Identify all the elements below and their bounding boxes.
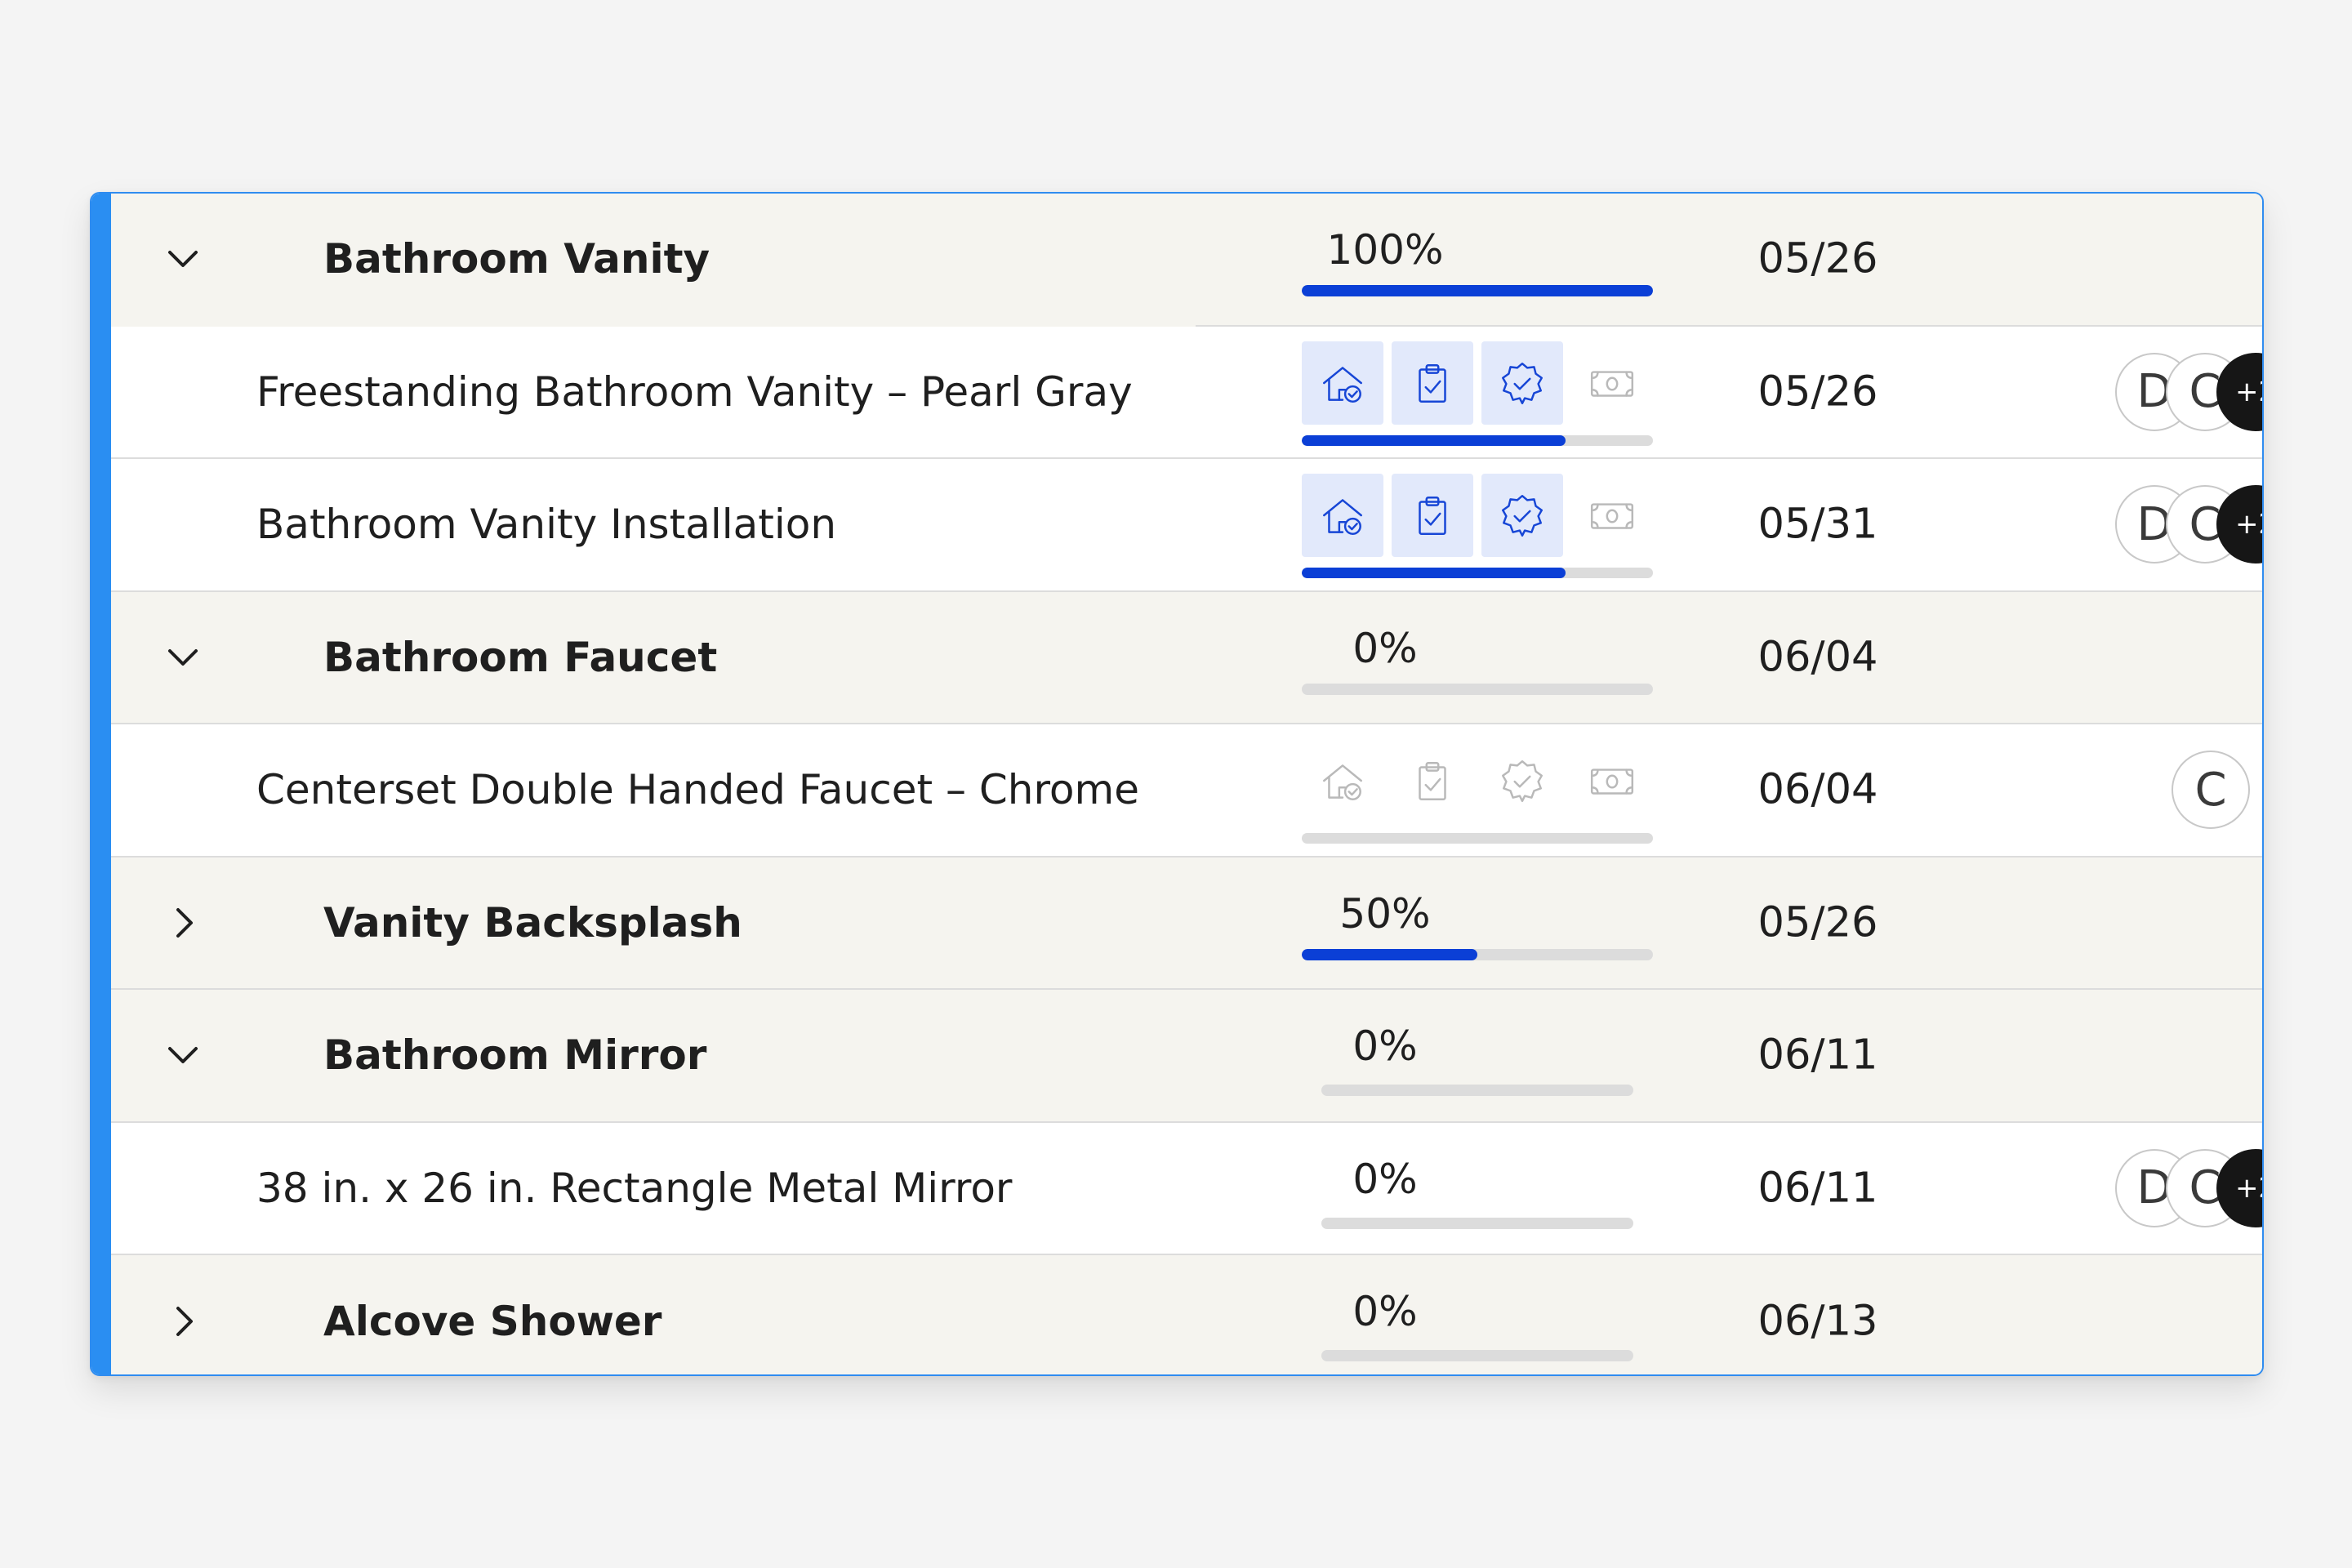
status-steps [1302,739,1661,824]
due-date: 05/26 [1757,898,1878,947]
progress-percent: 100% [1326,226,1444,274]
project-items-card: Bathroom Vanity 100% 05/26 Freestanding Bat… [90,192,2264,1376]
money-bill-icon [1587,358,1637,408]
clipboard-check-icon [1407,358,1458,408]
item-title: 38 in. x 26 in. Rectangle Metal Mirror [256,1164,1013,1212]
status-steps [1302,341,1661,426]
chevron-right-icon[interactable] [158,1297,207,1346]
status-step[interactable] [1571,474,1653,557]
progress-fill [1302,568,1566,578]
items-list: Bathroom Vanity 100% 05/26 Freestanding Bat… [111,194,2262,1374]
badge-check-icon [1497,358,1548,408]
clipboard-check-icon [1407,755,1458,806]
due-date: 05/26 [1757,368,1878,416]
status-step[interactable] [1571,341,1653,425]
group-row[interactable]: Alcove Shower 0% 06/13 [111,1255,2262,1374]
chevron-down-icon[interactable] [158,1031,207,1080]
progress-bar [1302,434,1653,446]
due-date: 06/11 [1757,1164,1878,1213]
progress-percent: 0% [1352,1022,1418,1070]
progress-percent: 0% [1352,624,1418,672]
status-step[interactable] [1302,739,1383,822]
group-title: Bathroom Mirror [323,1031,707,1080]
item-row[interactable]: Freestanding Bathroom Vanity – Pearl Gra… [111,326,2262,459]
selection-accent-bar [91,194,111,1374]
progress-fill [1302,434,1566,446]
due-date: 05/31 [1757,500,1878,549]
status-step[interactable] [1302,474,1383,557]
progress-bar [1302,948,1653,960]
item-row[interactable]: Bathroom Vanity Installation 05/31 DC+2 [111,459,2262,592]
assignee-avatars[interactable]: C [2096,751,2262,830]
progress-percent: 50% [1339,889,1431,938]
status-step[interactable] [1571,739,1653,822]
group-row[interactable]: Bathroom Vanity 100% 05/26 [111,194,2262,327]
avatar[interactable]: C [2172,751,2250,830]
assignee-avatars[interactable]: DC+2 [2096,1148,2262,1227]
assignee-avatars[interactable]: DC+2 [2096,352,2262,431]
group-title: Bathroom Vanity [323,235,710,283]
status-step[interactable] [1481,341,1563,425]
status-step[interactable] [1392,739,1473,822]
progress-bar [1321,1350,1633,1361]
status-step[interactable] [1481,474,1563,557]
item-title: Freestanding Bathroom Vanity – Pearl Gra… [256,368,1133,416]
progress-bar [1302,568,1653,578]
progress-bar [1302,683,1653,695]
group-title: Vanity Backsplash [323,898,742,947]
item-title: Centerset Double Handed Faucet – Chrome [256,766,1139,814]
progress-bar [1321,1217,1633,1229]
house-check-icon [1317,358,1368,408]
progress-bar [1302,285,1653,296]
status-step[interactable] [1481,739,1563,822]
money-bill-icon [1587,755,1637,806]
progress-bar [1321,1085,1633,1096]
status-step[interactable] [1302,341,1383,425]
due-date: 05/26 [1757,234,1878,283]
item-title: Bathroom Vanity Installation [256,501,837,549]
item-row[interactable]: Centerset Double Handed Faucet – Chrome 0… [111,724,2262,858]
due-date: 06/04 [1757,633,1878,682]
item-row[interactable]: 38 in. x 26 in. Rectangle Metal Mirror 0%… [111,1122,2262,1255]
chevron-down-icon[interactable] [158,633,207,682]
chevron-down-icon[interactable] [158,234,207,283]
progress-bar [1302,833,1653,844]
money-bill-icon [1587,490,1637,541]
due-date: 06/04 [1757,765,1878,814]
status-steps [1302,474,1661,559]
progress-percent: 0% [1352,1288,1418,1335]
house-check-icon [1317,490,1368,541]
chevron-right-icon[interactable] [158,898,207,947]
status-step[interactable] [1392,474,1473,557]
due-date: 06/11 [1757,1031,1878,1080]
group-row[interactable]: Vanity Backsplash 50% 05/26 [111,857,2262,990]
house-check-icon [1317,755,1368,806]
progress-percent: 0% [1352,1155,1418,1203]
badge-check-icon [1497,490,1548,541]
status-step[interactable] [1392,341,1473,425]
group-row[interactable]: Bathroom Mirror 0% 06/11 [111,990,2262,1123]
group-title: Alcove Shower [323,1298,662,1346]
group-title: Bathroom Faucet [323,633,718,681]
badge-check-icon [1497,755,1548,806]
progress-fill [1302,285,1653,296]
group-row[interactable]: Bathroom Faucet 0% 06/04 [111,591,2262,724]
assignee-avatars[interactable]: DC+2 [2096,485,2262,564]
progress-fill [1302,948,1477,960]
due-date: 06/13 [1757,1297,1878,1346]
clipboard-check-icon [1407,490,1458,541]
